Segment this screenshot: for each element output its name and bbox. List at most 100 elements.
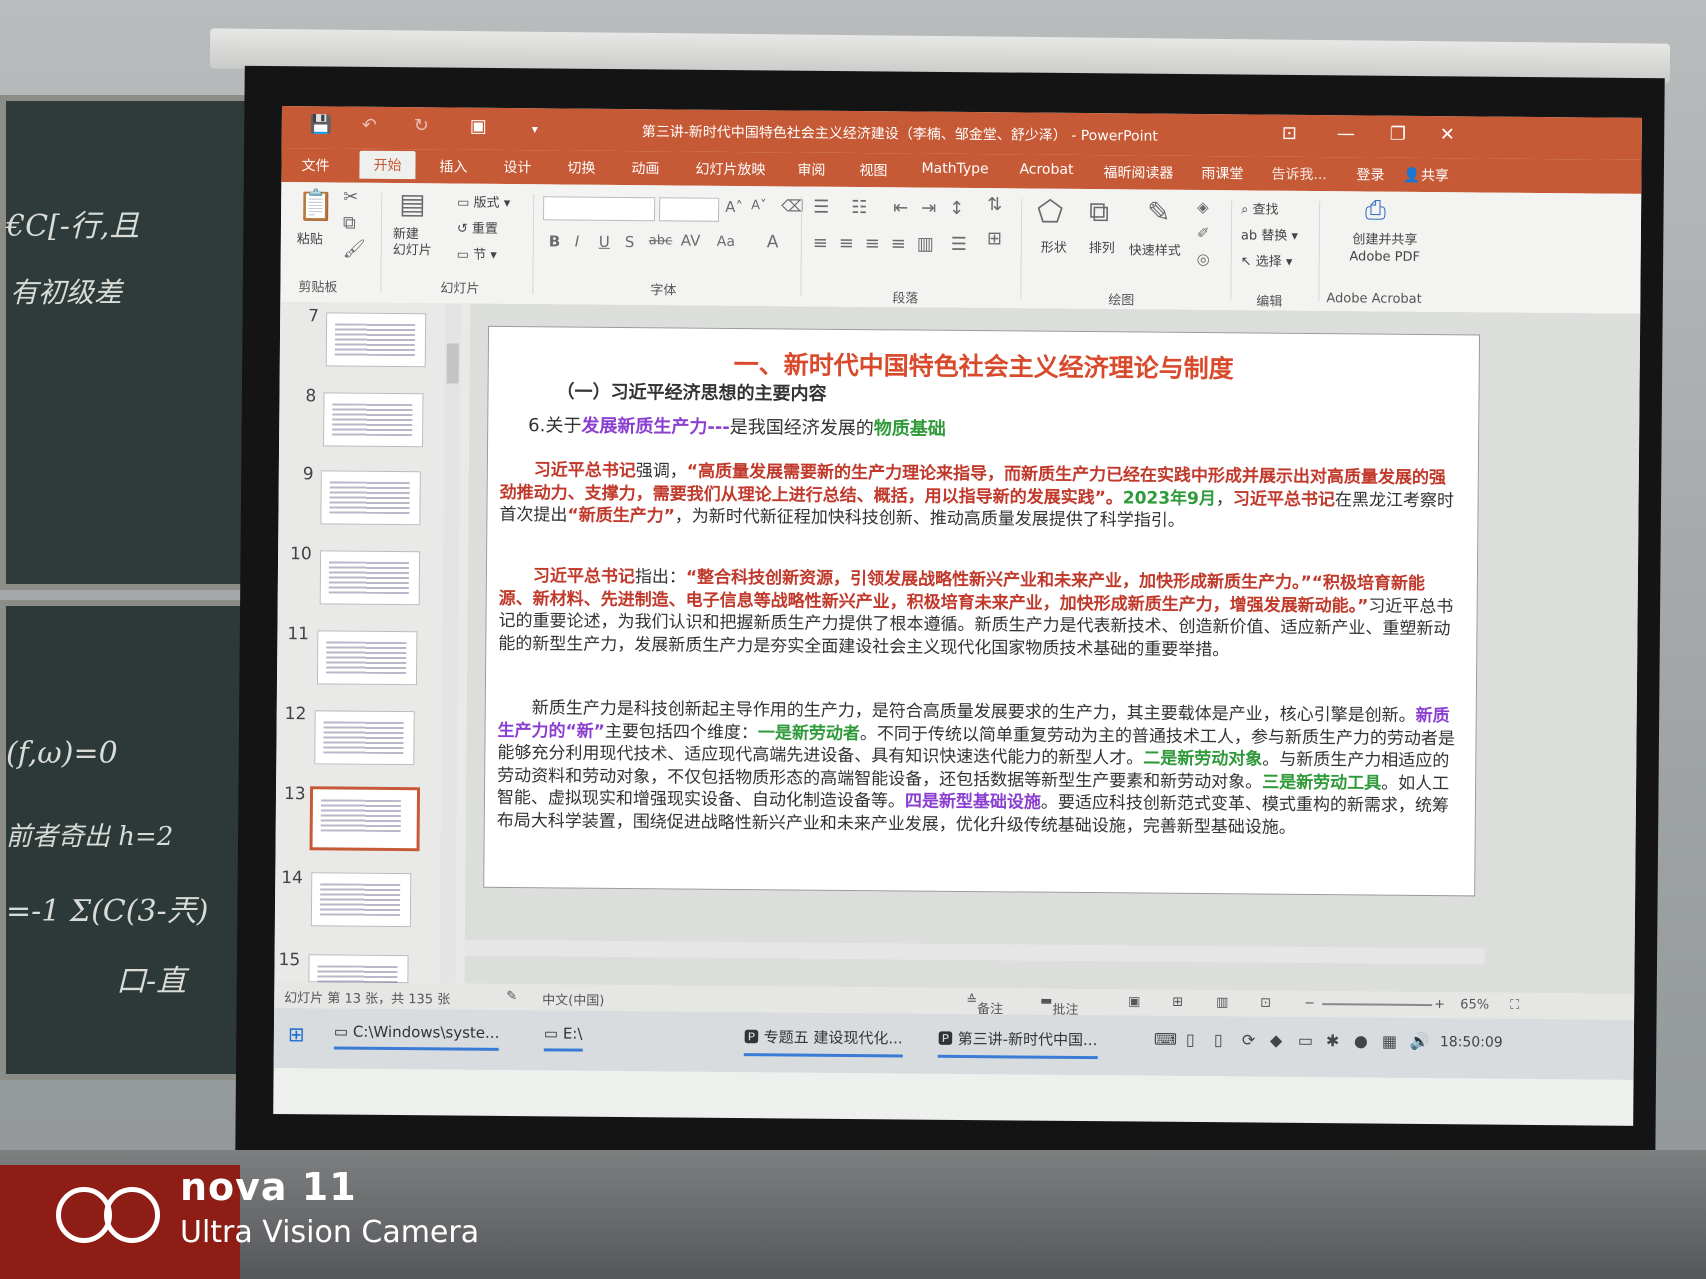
change-case-icon[interactable]: Aa xyxy=(717,234,735,250)
smartart-icon[interactable]: ⊞ xyxy=(987,228,1002,249)
copy-icon[interactable]: ⧉ xyxy=(343,213,356,234)
taskbar-ppt-1[interactable]: 🅿 专题五 建设现代化... xyxy=(743,1026,903,1058)
tab-view[interactable]: 视图 xyxy=(859,160,887,180)
slide-thumbnail-12[interactable] xyxy=(314,710,415,766)
keyboard-icon[interactable]: ⌨ xyxy=(1154,1030,1177,1049)
slide-thumbnail-9[interactable] xyxy=(320,470,421,526)
windows-start-icon[interactable]: ⊞ xyxy=(288,1022,305,1046)
tab-insert[interactable]: 插入 xyxy=(439,156,467,176)
slide-thumbnail-11[interactable] xyxy=(316,630,418,686)
device-icon[interactable]: ▯ xyxy=(1214,1030,1223,1049)
tab-home[interactable]: 开始 xyxy=(359,150,416,180)
present-icon[interactable]: ▣ xyxy=(470,116,487,137)
new-slide-icon[interactable]: ▤ xyxy=(399,187,426,220)
numbering-icon[interactable]: ☷ xyxy=(851,197,867,218)
format-painter-icon[interactable]: 🖌 xyxy=(343,239,366,260)
arrange-icon[interactable]: ⧉ xyxy=(1089,195,1109,229)
section-button[interactable]: ▭ 节 ▾ xyxy=(457,244,497,263)
align-text-icon[interactable]: ☰ xyxy=(951,234,967,255)
quick-styles-button[interactable]: 快速样式 xyxy=(1129,239,1181,258)
font-name-box[interactable] xyxy=(543,196,656,222)
tab-design[interactable]: 设计 xyxy=(503,157,531,177)
comments-button[interactable]: ▬ 批注 xyxy=(1040,994,1078,1018)
fit-slide-icon[interactable]: ⛶ xyxy=(1510,998,1519,1013)
ribbon-display-icon[interactable]: ⊡ xyxy=(1282,123,1297,144)
slide-thumbnail-7[interactable] xyxy=(325,312,427,368)
slide-thumbnail-10[interactable] xyxy=(319,550,421,606)
tab-acrobat[interactable]: Acrobat xyxy=(1019,161,1073,177)
shrink-font-icon[interactable]: A˅ xyxy=(751,198,767,213)
tab-file[interactable]: 文件 xyxy=(301,155,329,175)
layout-button[interactable]: ▭ 版式 ▾ xyxy=(457,192,510,211)
notes-button[interactable]: ≙ 备注 xyxy=(966,993,1003,1017)
italic-icon[interactable]: I xyxy=(575,233,580,251)
clock[interactable]: 18:50:09 xyxy=(1440,1034,1503,1051)
find-button[interactable]: ⌕ 查找 xyxy=(1241,198,1279,217)
grow-font-icon[interactable]: A˄ xyxy=(725,198,743,216)
slide-horizontal-scrollbar[interactable] xyxy=(464,939,1485,965)
select-button[interactable]: ↖ 选择 ▾ xyxy=(1241,250,1293,269)
decrease-indent-icon[interactable]: ⇤ xyxy=(893,197,908,218)
create-pdf-button[interactable]: 创建并共享 Adobe PDF xyxy=(1335,231,1435,266)
justify-icon[interactable]: ≡ xyxy=(891,233,906,254)
redo-icon[interactable]: ↻ xyxy=(414,115,429,136)
undo-icon[interactable]: ↶ xyxy=(362,115,377,136)
network-icon[interactable]: ▭ xyxy=(1298,1031,1313,1050)
shapes-icon[interactable]: ⬠ xyxy=(1037,195,1063,230)
align-left-icon[interactable]: ≡ xyxy=(813,233,828,254)
taskbar-cmd[interactable]: ▭ C:\Windows\syste... xyxy=(333,1022,500,1051)
normal-view-icon[interactable]: ▣ xyxy=(1128,994,1140,1009)
input-method-icon[interactable]: ▦ xyxy=(1382,1032,1397,1051)
slide-thumbnail-15[interactable] xyxy=(308,954,409,984)
font-size-box[interactable] xyxy=(659,197,720,222)
paste-button[interactable]: 粘贴 xyxy=(297,228,323,247)
tab-review[interactable]: 审阅 xyxy=(797,160,825,180)
restore-icon[interactable]: ❐ xyxy=(1390,124,1406,145)
align-right-icon[interactable]: ≡ xyxy=(865,233,880,254)
tab-rainclassroom[interactable]: 雨课堂 xyxy=(1201,163,1243,183)
slide-canvas[interactable]: 一、新时代中国特色社会主义经济理论与制度 （一）习近平经济思想的主要内容 6.关… xyxy=(483,325,1481,897)
tab-foxit[interactable]: 福昕阅读器 xyxy=(1103,162,1173,183)
shadow-icon[interactable]: S xyxy=(625,233,635,251)
tab-transitions[interactable]: 切换 xyxy=(567,157,595,177)
slide-thumbnail-8[interactable] xyxy=(323,392,424,448)
shape-effects-icon[interactable]: ◎ xyxy=(1197,250,1210,268)
zoom-level[interactable]: 65% xyxy=(1460,997,1489,1012)
font-color-icon[interactable]: A xyxy=(767,232,779,252)
sync-icon[interactable]: ⟳ xyxy=(1242,1030,1256,1049)
customize-qat-icon[interactable]: ▾ xyxy=(532,122,538,136)
shapes-button[interactable]: 形状 xyxy=(1041,237,1067,256)
share-button[interactable]: 👤共享 xyxy=(1403,165,1449,185)
login-link[interactable]: 登录 xyxy=(1356,164,1384,184)
line-spacing-icon[interactable]: ↕ xyxy=(949,198,964,219)
align-center-icon[interactable]: ≡ xyxy=(839,233,854,254)
paste-icon[interactable]: 📋 xyxy=(297,188,335,223)
taskbar-explorer[interactable]: ▭ E:\ xyxy=(543,1024,583,1052)
shape-fill-icon[interactable]: ◈ xyxy=(1197,198,1209,216)
volume-icon[interactable]: 🔊 xyxy=(1410,1032,1430,1051)
security-icon[interactable]: ◆ xyxy=(1270,1031,1282,1050)
shape-outline-icon[interactable]: ✐ xyxy=(1197,224,1210,242)
bullets-icon[interactable]: ☰ xyxy=(813,197,829,218)
slideshow-view-icon[interactable]: ⊡ xyxy=(1260,996,1271,1011)
tell-me-box[interactable]: 告诉我... xyxy=(1271,164,1327,184)
scroll-thumb[interactable] xyxy=(446,343,459,384)
replace-button[interactable]: ab 替换 ▾ xyxy=(1241,224,1298,243)
increase-indent-icon[interactable]: ⇥ xyxy=(921,198,936,219)
zoom-in-icon[interactable]: + xyxy=(1434,997,1445,1012)
language-indicator[interactable]: 中文(中国) xyxy=(542,989,604,1009)
underline-icon[interactable]: U xyxy=(599,233,610,251)
bold-icon[interactable]: B xyxy=(549,232,561,250)
tab-mathtype[interactable]: MathType xyxy=(921,161,988,178)
zoom-out-icon[interactable]: − xyxy=(1304,996,1315,1011)
spellcheck-icon[interactable]: ✎ xyxy=(506,989,517,1004)
cut-icon[interactable]: ✂ xyxy=(343,187,358,208)
circle-tray-icon[interactable]: ● xyxy=(1354,1031,1368,1050)
strikethrough-icon[interactable]: abc xyxy=(649,233,673,248)
minimize-icon[interactable]: — xyxy=(1337,123,1355,144)
arrange-button[interactable]: 排列 xyxy=(1089,237,1115,256)
slide-thumbnail-13-selected[interactable] xyxy=(309,786,421,852)
close-icon[interactable]: ✕ xyxy=(1440,124,1455,145)
quick-styles-icon[interactable]: ✎ xyxy=(1147,196,1171,229)
zoom-slider[interactable] xyxy=(1322,1003,1433,1007)
